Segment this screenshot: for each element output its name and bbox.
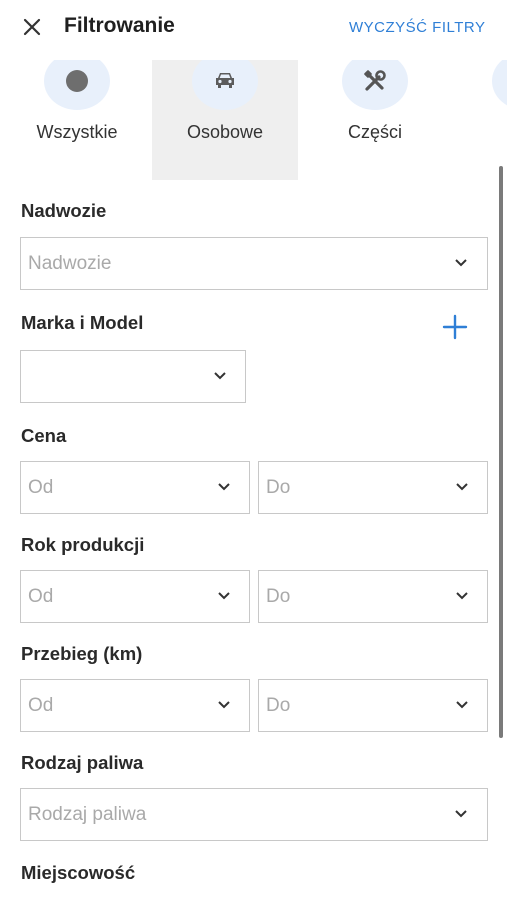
chevron-down-icon xyxy=(218,701,230,709)
category-selector: Wszystkie Osobowe Części Do xyxy=(0,60,507,180)
category-cars[interactable]: Osobowe xyxy=(152,60,298,180)
make-model-select[interactable] xyxy=(20,350,246,403)
chevron-down-icon xyxy=(214,372,226,380)
scrollbar[interactable] xyxy=(499,166,503,738)
category-parts[interactable]: Części xyxy=(302,60,448,180)
chevron-down-icon xyxy=(455,810,467,818)
body-type-placeholder: Nadwozie xyxy=(28,253,112,274)
circle-icon xyxy=(44,60,110,110)
mileage-label: Przebieg (km) xyxy=(21,643,143,664)
year-label: Rok produkcji xyxy=(21,534,145,555)
price-label: Cena xyxy=(21,425,67,446)
year-from-select[interactable]: Od xyxy=(20,570,250,623)
mileage-to-placeholder: Do xyxy=(266,695,291,716)
page-title: Filtrowanie xyxy=(64,14,175,37)
price-from-placeholder: Od xyxy=(28,477,54,498)
mileage-from-select[interactable]: Od xyxy=(20,679,250,732)
circle-icon xyxy=(492,60,507,110)
category-more[interactable]: Do xyxy=(452,60,507,180)
add-make-model-icon[interactable] xyxy=(441,313,469,341)
location-label: Miejscowość xyxy=(21,862,136,883)
chevron-down-icon xyxy=(218,592,230,600)
mileage-to-select[interactable]: Do xyxy=(258,679,488,732)
chevron-down-icon xyxy=(456,592,468,600)
chevron-down-icon xyxy=(456,483,468,491)
chevron-down-icon xyxy=(456,701,468,709)
top-bar: Filtrowanie WYCZYŚĆ FILTRY xyxy=(0,0,507,56)
year-from-placeholder: Od xyxy=(28,586,54,607)
chevron-down-icon xyxy=(455,259,467,267)
car-icon xyxy=(192,60,258,110)
year-to-placeholder: Do xyxy=(266,586,291,607)
clear-filters-button[interactable]: WYCZYŚĆ FILTRY xyxy=(349,19,485,36)
fuel-type-label: Rodzaj paliwa xyxy=(21,752,144,773)
tools-icon xyxy=(342,60,408,110)
price-to-select[interactable]: Do xyxy=(258,461,488,514)
category-label: Do xyxy=(452,122,507,143)
category-all[interactable]: Wszystkie xyxy=(4,60,150,180)
body-type-label: Nadwozie xyxy=(21,200,107,221)
category-label: Wszystkie xyxy=(36,122,118,142)
price-to-placeholder: Do xyxy=(266,477,291,498)
fuel-type-placeholder: Rodzaj paliwa xyxy=(28,804,147,825)
year-to-select[interactable]: Do xyxy=(258,570,488,623)
make-model-label: Marka i Model xyxy=(21,312,144,333)
close-icon[interactable] xyxy=(20,15,44,39)
body-type-select[interactable]: Nadwozie xyxy=(20,237,488,290)
mileage-from-placeholder: Od xyxy=(28,695,54,716)
category-label: Części xyxy=(347,122,402,142)
chevron-down-icon xyxy=(218,483,230,491)
price-from-select[interactable]: Od xyxy=(20,461,250,514)
category-label: Osobowe xyxy=(186,122,264,142)
fuel-type-select[interactable]: Rodzaj paliwa xyxy=(20,788,488,841)
